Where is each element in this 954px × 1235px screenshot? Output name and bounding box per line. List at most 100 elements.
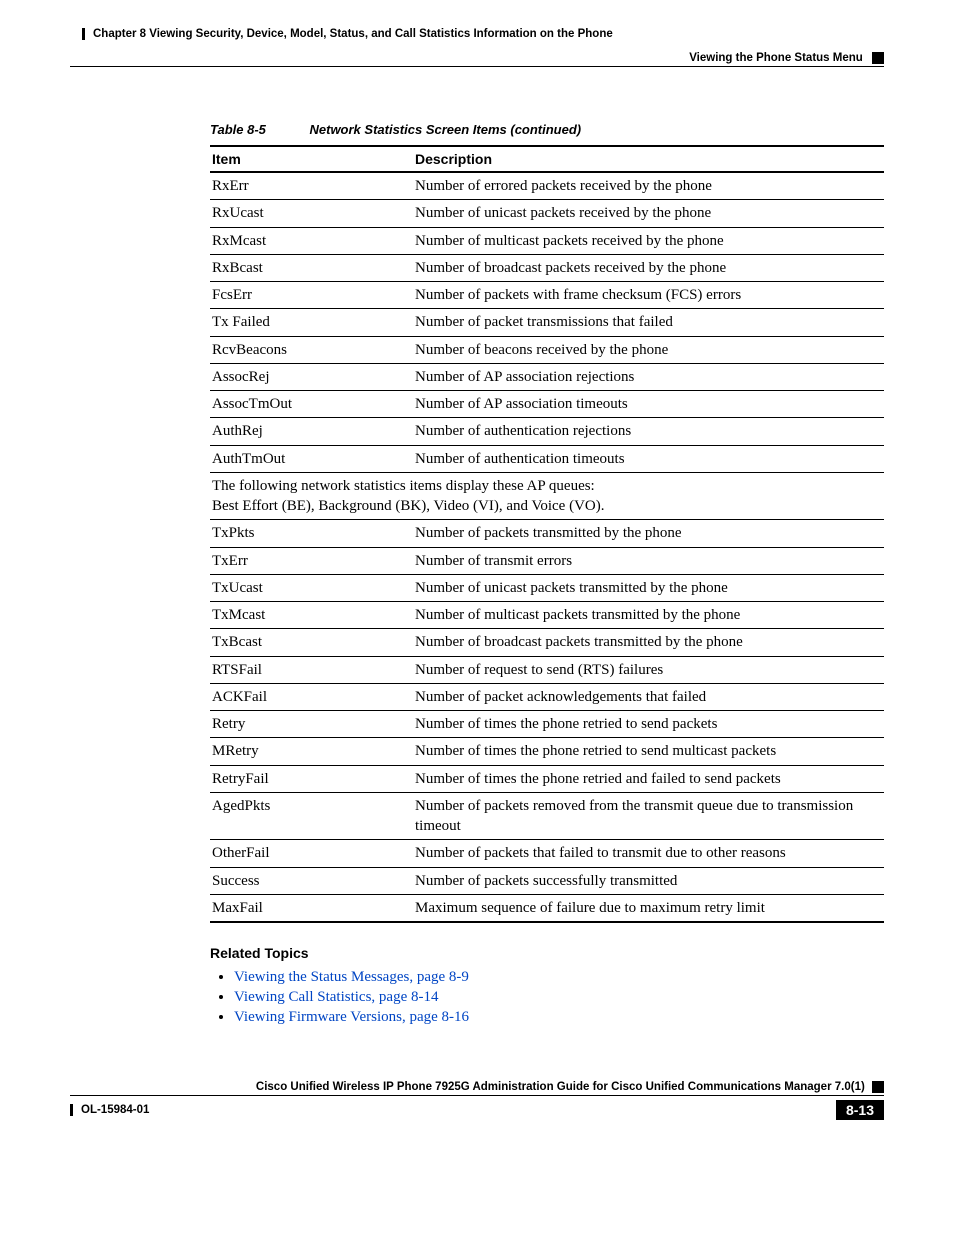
desc-cell: Number of unicast packets transmitted by…: [413, 574, 884, 601]
table-row: AssocTmOutNumber of AP association timeo…: [210, 391, 884, 418]
item-cell: AssocRej: [210, 363, 413, 390]
item-cell: RxBcast: [210, 254, 413, 281]
item-cell: TxUcast: [210, 574, 413, 601]
list-item: Viewing the Status Messages, page 8-9: [234, 969, 884, 986]
item-cell: MRetry: [210, 738, 413, 765]
desc-cell: Number of errored packets received by th…: [413, 172, 884, 200]
desc-cell: Number of times the phone retried to sen…: [413, 711, 884, 738]
footer-book-text: Cisco Unified Wireless IP Phone 7925G Ad…: [256, 1081, 865, 1093]
table-row: TxUcastNumber of unicast packets transmi…: [210, 574, 884, 601]
table-row: ACKFailNumber of packet acknowledgements…: [210, 683, 884, 710]
section-header-text: Viewing the Phone Status Menu: [689, 52, 863, 64]
span-line1: The following network statistics items d…: [212, 476, 878, 496]
desc-cell: Maximum sequence of failure due to maxim…: [413, 894, 884, 922]
desc-cell: Number of transmit errors: [413, 547, 884, 574]
list-item: Viewing Call Statistics, page 8-14: [234, 989, 884, 1006]
desc-cell: Number of packets successfully transmitt…: [413, 867, 884, 894]
footer-marker-icon: [872, 1081, 884, 1093]
section-header: Viewing the Phone Status Menu: [70, 52, 884, 64]
item-cell: RetryFail: [210, 765, 413, 792]
item-cell: TxBcast: [210, 629, 413, 656]
footer-doc: OL-15984-01: [70, 1104, 157, 1116]
desc-cell: Number of packet acknowledgements that f…: [413, 683, 884, 710]
table-row: TxBcastNumber of broadcast packets trans…: [210, 629, 884, 656]
item-cell: RxMcast: [210, 227, 413, 254]
col-desc: Description: [413, 146, 884, 172]
footer-page: 8-13: [836, 1100, 884, 1120]
item-cell: AuthRej: [210, 418, 413, 445]
table-row: AuthRejNumber of authentication rejectio…: [210, 418, 884, 445]
desc-cell: Number of request to send (RTS) failures: [413, 656, 884, 683]
table-row: TxErrNumber of transmit errors: [210, 547, 884, 574]
table-row: MRetryNumber of times the phone retried …: [210, 738, 884, 765]
table-caption: Table 8-5 Network Statistics Screen Item…: [210, 122, 884, 137]
item-cell: TxMcast: [210, 602, 413, 629]
desc-cell: Number of authentication rejections: [413, 418, 884, 445]
desc-cell: Number of beacons received by the phone: [413, 336, 884, 363]
related-list: Viewing the Status Messages, page 8-9 Vie…: [216, 969, 884, 1026]
desc-cell: Number of broadcast packets received by …: [413, 254, 884, 281]
item-cell: ACKFail: [210, 683, 413, 710]
desc-cell: Number of packet transmissions that fail…: [413, 309, 884, 336]
span-row: The following network statistics items d…: [210, 472, 884, 520]
table-row: RcvBeaconsNumber of beacons received by …: [210, 336, 884, 363]
item-cell: Success: [210, 867, 413, 894]
item-cell: TxPkts: [210, 520, 413, 547]
table-row: RTSFailNumber of request to send (RTS) f…: [210, 656, 884, 683]
item-cell: OtherFail: [210, 840, 413, 867]
table-row: RxUcastNumber of unicast packets receive…: [210, 200, 884, 227]
table-row: TxPktsNumber of packets transmitted by t…: [210, 520, 884, 547]
related-heading: Related Topics: [210, 945, 884, 961]
header-rule: [70, 66, 884, 67]
item-cell: AssocTmOut: [210, 391, 413, 418]
item-cell: MaxFail: [210, 894, 413, 922]
item-cell: RxUcast: [210, 200, 413, 227]
table-row: FcsErrNumber of packets with frame check…: [210, 282, 884, 309]
desc-cell: Number of AP association rejections: [413, 363, 884, 390]
item-cell: Retry: [210, 711, 413, 738]
table-row: AssocRejNumber of AP association rejecti…: [210, 363, 884, 390]
table-row: RxBcastNumber of broadcast packets recei…: [210, 254, 884, 281]
table-row: MaxFailMaximum sequence of failure due t…: [210, 894, 884, 922]
table-row: RxErrNumber of errored packets received …: [210, 172, 884, 200]
chapter-header: Chapter 8 Viewing Security, Device, Mode…: [82, 28, 884, 40]
table-row: RetryFailNumber of times the phone retri…: [210, 765, 884, 792]
desc-cell: Number of times the phone retried to sen…: [413, 738, 884, 765]
desc-cell: Number of authentication timeouts: [413, 445, 884, 472]
table-title: Network Statistics Screen Items (continu…: [310, 122, 582, 137]
desc-cell: Number of packets with frame checksum (F…: [413, 282, 884, 309]
item-cell: FcsErr: [210, 282, 413, 309]
desc-cell: Number of unicast packets received by th…: [413, 200, 884, 227]
table-row: AgedPktsNumber of packets removed from t…: [210, 792, 884, 840]
desc-cell: Number of multicast packets transmitted …: [413, 602, 884, 629]
item-cell: Tx Failed: [210, 309, 413, 336]
table-row: RxMcastNumber of multicast packets recei…: [210, 227, 884, 254]
related-link[interactable]: Viewing the Status Messages, page 8-9: [234, 969, 469, 985]
desc-cell: Number of multicast packets received by …: [413, 227, 884, 254]
table-row: SuccessNumber of packets successfully tr…: [210, 867, 884, 894]
desc-cell: Number of packets transmitted by the pho…: [413, 520, 884, 547]
item-cell: RTSFail: [210, 656, 413, 683]
footer-book: Cisco Unified Wireless IP Phone 7925G Ad…: [70, 1081, 884, 1096]
table-row: AuthTmOutNumber of authentication timeou…: [210, 445, 884, 472]
item-cell: RxErr: [210, 172, 413, 200]
desc-cell: Number of packets removed from the trans…: [413, 792, 884, 840]
desc-cell: Number of AP association timeouts: [413, 391, 884, 418]
desc-cell: Number of packets that failed to transmi…: [413, 840, 884, 867]
span-line2: Best Effort (BE), Background (BK), Video…: [212, 496, 878, 516]
table-row: OtherFailNumber of packets that failed t…: [210, 840, 884, 867]
item-cell: AuthTmOut: [210, 445, 413, 472]
item-cell: TxErr: [210, 547, 413, 574]
col-item: Item: [210, 146, 413, 172]
table-row: RetryNumber of times the phone retried t…: [210, 711, 884, 738]
table-row: TxMcastNumber of multicast packets trans…: [210, 602, 884, 629]
page-footer: Cisco Unified Wireless IP Phone 7925G Ad…: [70, 1081, 884, 1120]
header-marker-icon: [872, 52, 884, 64]
related-link[interactable]: Viewing Call Statistics, page 8-14: [234, 989, 439, 1005]
item-cell: RcvBeacons: [210, 336, 413, 363]
related-link[interactable]: Viewing Firmware Versions, page 8-16: [234, 1009, 469, 1025]
table-number: Table 8-5: [210, 122, 306, 137]
statistics-table: Item Description RxErrNumber of errored …: [210, 145, 884, 923]
table-row: Tx FailedNumber of packet transmissions …: [210, 309, 884, 336]
desc-cell: Number of broadcast packets transmitted …: [413, 629, 884, 656]
